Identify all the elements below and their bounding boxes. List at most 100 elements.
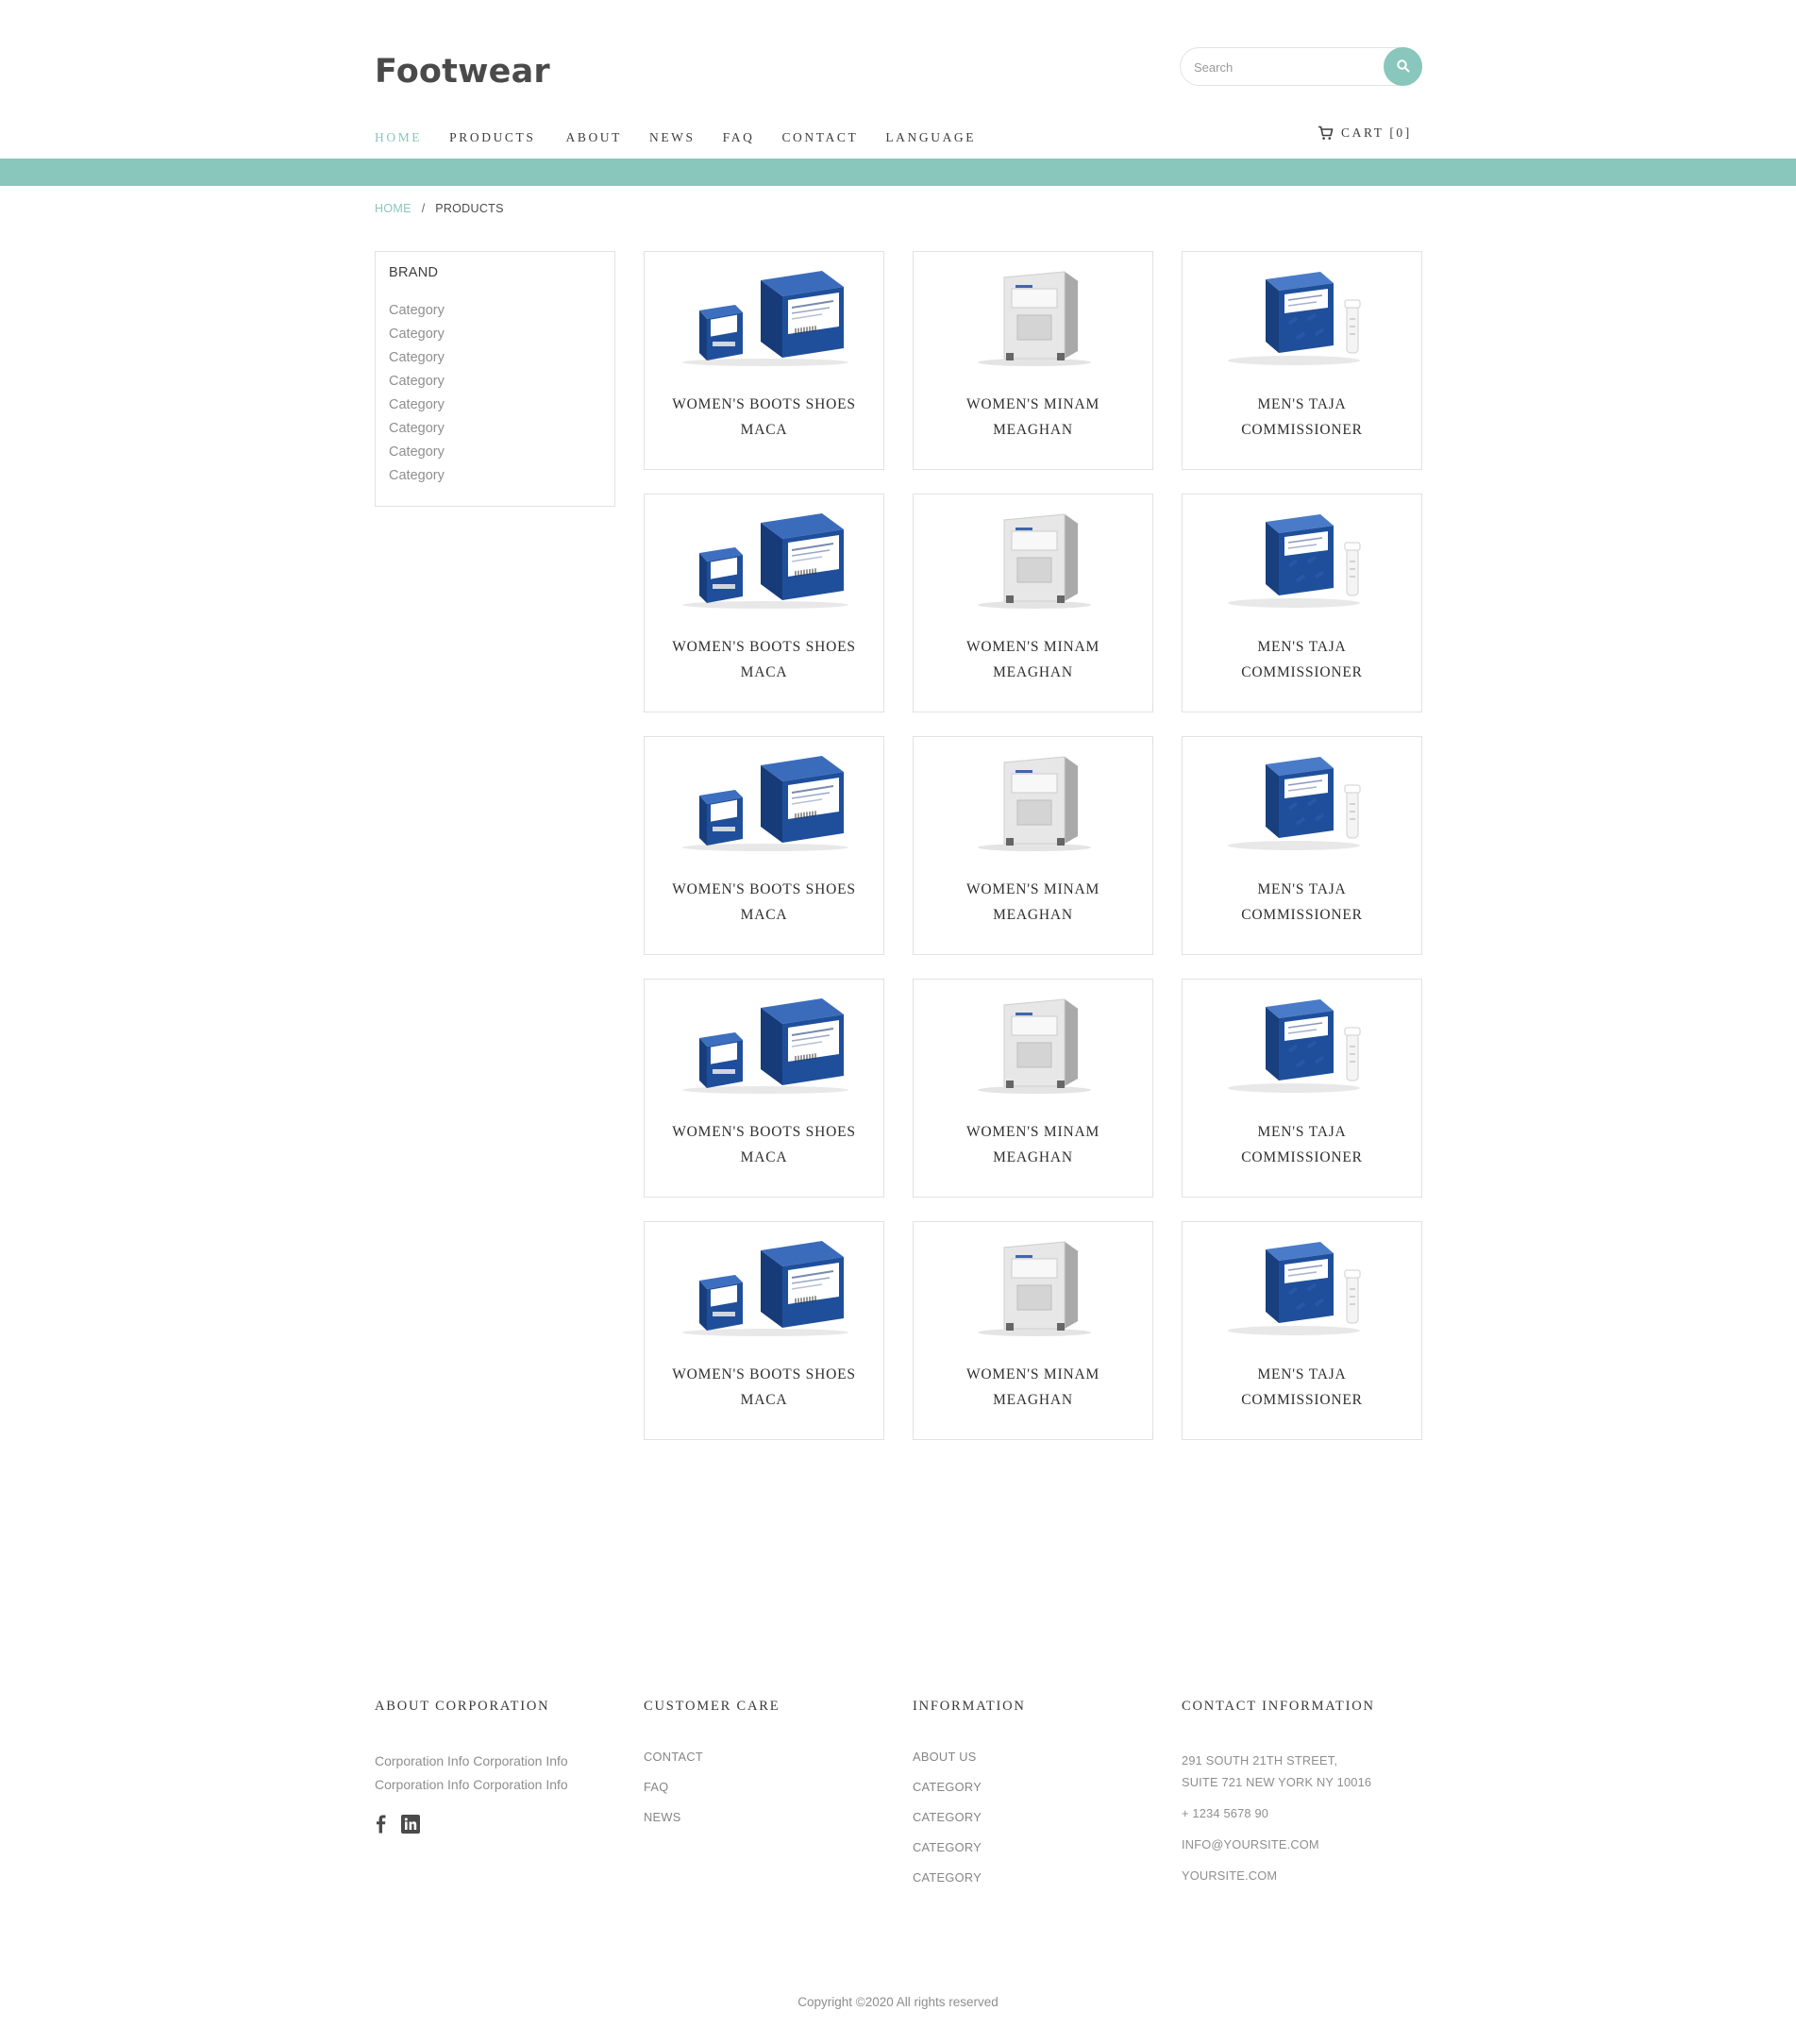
product-card[interactable]: WOMEN'S BOOTS SHOES MACA	[644, 1221, 884, 1440]
footer-link-news[interactable]: NEWS	[644, 1810, 884, 1824]
product-name-line2: MEAGHAN	[993, 664, 1073, 680]
cart-label: CART [0]	[1341, 126, 1412, 140]
facebook-icon[interactable]	[375, 1815, 388, 1834]
product-name[interactable]: WOMEN'S BOOTS SHOES MACA	[654, 634, 874, 685]
category-item[interactable]: Category	[389, 370, 601, 394]
product-image[interactable]	[1183, 743, 1423, 856]
product-name-line1: WOMEN'S BOOTS SHOES	[672, 1366, 856, 1382]
product-name[interactable]: WOMEN'S BOOTS SHOES MACA	[654, 1362, 874, 1413]
product-name-line2: COMMISSIONER	[1241, 1392, 1363, 1408]
product-name[interactable]: WOMEN'S MINAM MEAGHAN	[923, 634, 1143, 685]
product-card[interactable]: WOMEN'S MINAM MEAGHAN	[913, 494, 1153, 712]
product-image[interactable]	[1183, 1228, 1423, 1341]
product-card[interactable]: MEN'S TAJA COMMISSIONER	[1182, 1221, 1422, 1440]
footer-link-category[interactable]: CATEGORY	[913, 1780, 1153, 1794]
product-image-box-tube	[1227, 756, 1360, 850]
product-card[interactable]: WOMEN'S BOOTS SHOES MACA	[644, 736, 884, 955]
product-card[interactable]: MEN'S TAJA COMMISSIONER	[1182, 979, 1422, 1198]
footer-link-category[interactable]: CATEGORY	[913, 1870, 1153, 1885]
product-card[interactable]: MEN'S TAJA COMMISSIONER	[1182, 251, 1422, 470]
product-image-box-tube	[1227, 998, 1360, 1093]
contact-phone[interactable]: + 1234 5678 90	[1182, 1802, 1422, 1824]
product-name-line1: WOMEN'S BOOTS SHOES	[672, 1124, 856, 1140]
product-name-line2: MACA	[740, 907, 788, 923]
nav-item-news[interactable]: NEWS	[649, 130, 696, 145]
product-image[interactable]	[645, 500, 885, 613]
product-image[interactable]	[914, 258, 1154, 371]
nav-item-language[interactable]: LANGUAGE	[885, 130, 976, 145]
product-image-instrument	[977, 270, 1091, 366]
copyright: Copyright ©2020 All rights reserved	[797, 1995, 999, 2009]
footer-link-category[interactable]: CATEGORY	[913, 1840, 1153, 1854]
product-image[interactable]	[1183, 500, 1423, 613]
category-item[interactable]: Category	[389, 346, 601, 370]
product-name[interactable]: WOMEN'S BOOTS SHOES MACA	[654, 1119, 874, 1170]
category-item[interactable]: Category	[389, 323, 601, 346]
product-name-line2: MACA	[740, 664, 788, 680]
contact-address-line2: SUITE 721 NEW YORK NY 10016	[1182, 1775, 1372, 1789]
product-image[interactable]	[645, 258, 885, 371]
search-input[interactable]	[1194, 58, 1373, 76]
product-image[interactable]	[645, 743, 885, 856]
product-card[interactable]: WOMEN'S MINAM MEAGHAN	[913, 251, 1153, 470]
category-item[interactable]: Category	[389, 417, 601, 441]
category-item[interactable]: Category	[389, 441, 601, 464]
product-name[interactable]: MEN'S TAJA COMMISSIONER	[1192, 1362, 1412, 1413]
product-image[interactable]	[914, 743, 1154, 856]
product-image-box-tube	[1227, 513, 1360, 608]
product-image[interactable]	[914, 1228, 1154, 1341]
search-button[interactable]	[1384, 47, 1422, 86]
product-card[interactable]: MEN'S TAJA COMMISSIONER	[1182, 736, 1422, 955]
product-image[interactable]	[1183, 258, 1423, 371]
product-name[interactable]: WOMEN'S BOOTS SHOES MACA	[654, 392, 874, 443]
product-card[interactable]: MEN'S TAJA COMMISSIONER	[1182, 494, 1422, 712]
contact-address: 291 SOUTH 21TH STREET, SUITE 721 NEW YOR…	[1182, 1750, 1422, 1793]
product-name-line2: COMMISSIONER	[1241, 664, 1363, 680]
product-image[interactable]	[914, 500, 1154, 613]
cart-button[interactable]: CART [0]	[1318, 126, 1412, 141]
nav-item-home[interactable]: HOME	[375, 130, 422, 145]
nav-item-products[interactable]: PRODUCTS	[449, 130, 535, 145]
sidebar-title: BRAND	[389, 265, 439, 280]
product-name-line1: WOMEN'S MINAM	[965, 881, 1100, 897]
footer-link-about-us[interactable]: ABOUT US	[913, 1750, 1153, 1764]
product-name[interactable]: WOMEN'S MINAM MEAGHAN	[923, 877, 1143, 928]
site-logo[interactable]: Footwear	[375, 53, 550, 91]
category-item[interactable]: Category	[389, 464, 601, 488]
product-image[interactable]	[645, 985, 885, 1098]
nav-item-contact[interactable]: CONTACT	[781, 130, 858, 145]
product-card[interactable]: WOMEN'S MINAM MEAGHAN	[913, 1221, 1153, 1440]
product-name[interactable]: MEN'S TAJA COMMISSIONER	[1192, 1119, 1412, 1170]
category-item[interactable]: Category	[389, 394, 601, 417]
product-card[interactable]: WOMEN'S BOOTS SHOES MACA	[644, 979, 884, 1198]
product-name[interactable]: MEN'S TAJA COMMISSIONER	[1192, 877, 1412, 928]
breadcrumb-home[interactable]: HOME	[375, 202, 411, 215]
nav-item-faq[interactable]: FAQ	[723, 130, 755, 145]
product-name-line2: MEAGHAN	[993, 422, 1073, 438]
footer-contact: CONTACT INFORMATION 291 SOUTH 21TH STREE…	[1182, 1699, 1422, 1896]
product-image[interactable]	[1183, 985, 1423, 1098]
product-name[interactable]: MEN'S TAJA COMMISSIONER	[1192, 634, 1412, 685]
footer-link-category[interactable]: CATEGORY	[913, 1810, 1153, 1824]
contact-email[interactable]: INFO@YOURSITE.COM	[1182, 1834, 1422, 1855]
product-name[interactable]: WOMEN'S MINAM MEAGHAN	[923, 1362, 1143, 1413]
product-name-line1: MEN'S TAJA	[1257, 639, 1347, 655]
product-name[interactable]: MEN'S TAJA COMMISSIONER	[1192, 392, 1412, 443]
product-card[interactable]: WOMEN'S MINAM MEAGHAN	[913, 736, 1153, 955]
product-name-line1: WOMEN'S MINAM	[965, 396, 1100, 412]
product-card[interactable]: WOMEN'S MINAM MEAGHAN	[913, 979, 1153, 1198]
contact-website[interactable]: YOURSITE.COM	[1182, 1865, 1422, 1886]
product-name[interactable]: WOMEN'S MINAM MEAGHAN	[923, 392, 1143, 443]
linkedin-icon[interactable]	[401, 1815, 420, 1834]
product-name[interactable]: WOMEN'S MINAM MEAGHAN	[923, 1119, 1143, 1170]
nav-item-about[interactable]: ABOUT	[565, 130, 622, 145]
product-image[interactable]	[914, 985, 1154, 1098]
product-name[interactable]: WOMEN'S BOOTS SHOES MACA	[654, 877, 874, 928]
product-card[interactable]: WOMEN'S BOOTS SHOES MACA	[644, 251, 884, 470]
product-name-line2: COMMISSIONER	[1241, 422, 1363, 438]
footer-link-contact[interactable]: CONTACT	[644, 1750, 884, 1764]
product-card[interactable]: WOMEN'S BOOTS SHOES MACA	[644, 494, 884, 712]
category-item[interactable]: Category	[389, 299, 601, 323]
product-image[interactable]	[645, 1228, 885, 1341]
footer-link-faq[interactable]: FAQ	[644, 1780, 884, 1794]
